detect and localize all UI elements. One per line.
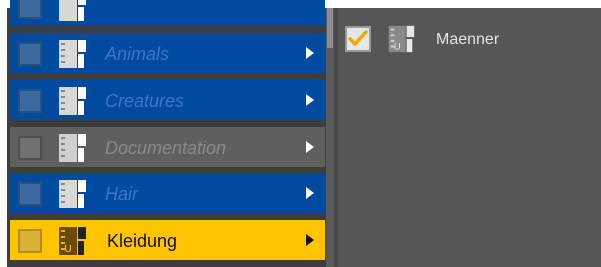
- folder-list-scrollbar[interactable]: [326, 8, 334, 267]
- book-icon: [59, 87, 86, 115]
- chevron-right-icon[interactable]: [306, 141, 314, 153]
- folder-row-documentation[interactable]: Documentation: [10, 127, 325, 167]
- folder-label: Animals: [105, 44, 170, 64]
- folder-label: Hair: [105, 184, 139, 204]
- subfolder-checkbox[interactable]: [345, 26, 371, 52]
- folder-checkbox[interactable]: [18, 0, 42, 19]
- book-icon: [59, 0, 86, 21]
- folder-row-creatures[interactable]: Creatures: [10, 80, 325, 120]
- folder-label: Kleidung: [107, 231, 178, 251]
- subfolder-item-maenner[interactable]: U Maenner: [345, 22, 545, 58]
- folder-row-hair[interactable]: Hair: [10, 173, 325, 213]
- book-icon: [59, 40, 86, 68]
- panel-divider[interactable]: [334, 8, 338, 267]
- svg-text:U: U: [64, 244, 71, 255]
- svg-text:U: U: [394, 40, 401, 51]
- scrollbar-thumb[interactable]: [327, 8, 333, 48]
- folder-row-kleidung[interactable]: U Kleidung: [10, 220, 325, 260]
- book-icon: U: [388, 25, 415, 53]
- folder-row-top[interactable]: [10, 0, 325, 26]
- subfolder-label: Maenner: [436, 31, 500, 48]
- folder-checkbox[interactable]: [18, 89, 42, 113]
- chevron-right-icon[interactable]: [306, 187, 314, 199]
- book-icon: [59, 134, 86, 162]
- folder-row-animals[interactable]: Animals: [10, 33, 325, 73]
- folder-checkbox[interactable]: [18, 136, 42, 160]
- folder-checkbox[interactable]: [18, 229, 42, 253]
- book-icon: [59, 180, 86, 208]
- folder-label: Documentation: [105, 138, 227, 158]
- checkmark-icon: [348, 30, 368, 46]
- chevron-right-icon[interactable]: [306, 94, 314, 106]
- chevron-right-icon[interactable]: [306, 234, 314, 246]
- book-icon: U: [59, 227, 86, 255]
- content-library-window: Animals Creatures Documentation Hair U K…: [0, 0, 601, 267]
- folder-label: Creatures: [105, 91, 185, 111]
- chevron-right-icon[interactable]: [306, 47, 314, 59]
- folder-checkbox[interactable]: [18, 182, 42, 206]
- folder-checkbox[interactable]: [18, 42, 42, 66]
